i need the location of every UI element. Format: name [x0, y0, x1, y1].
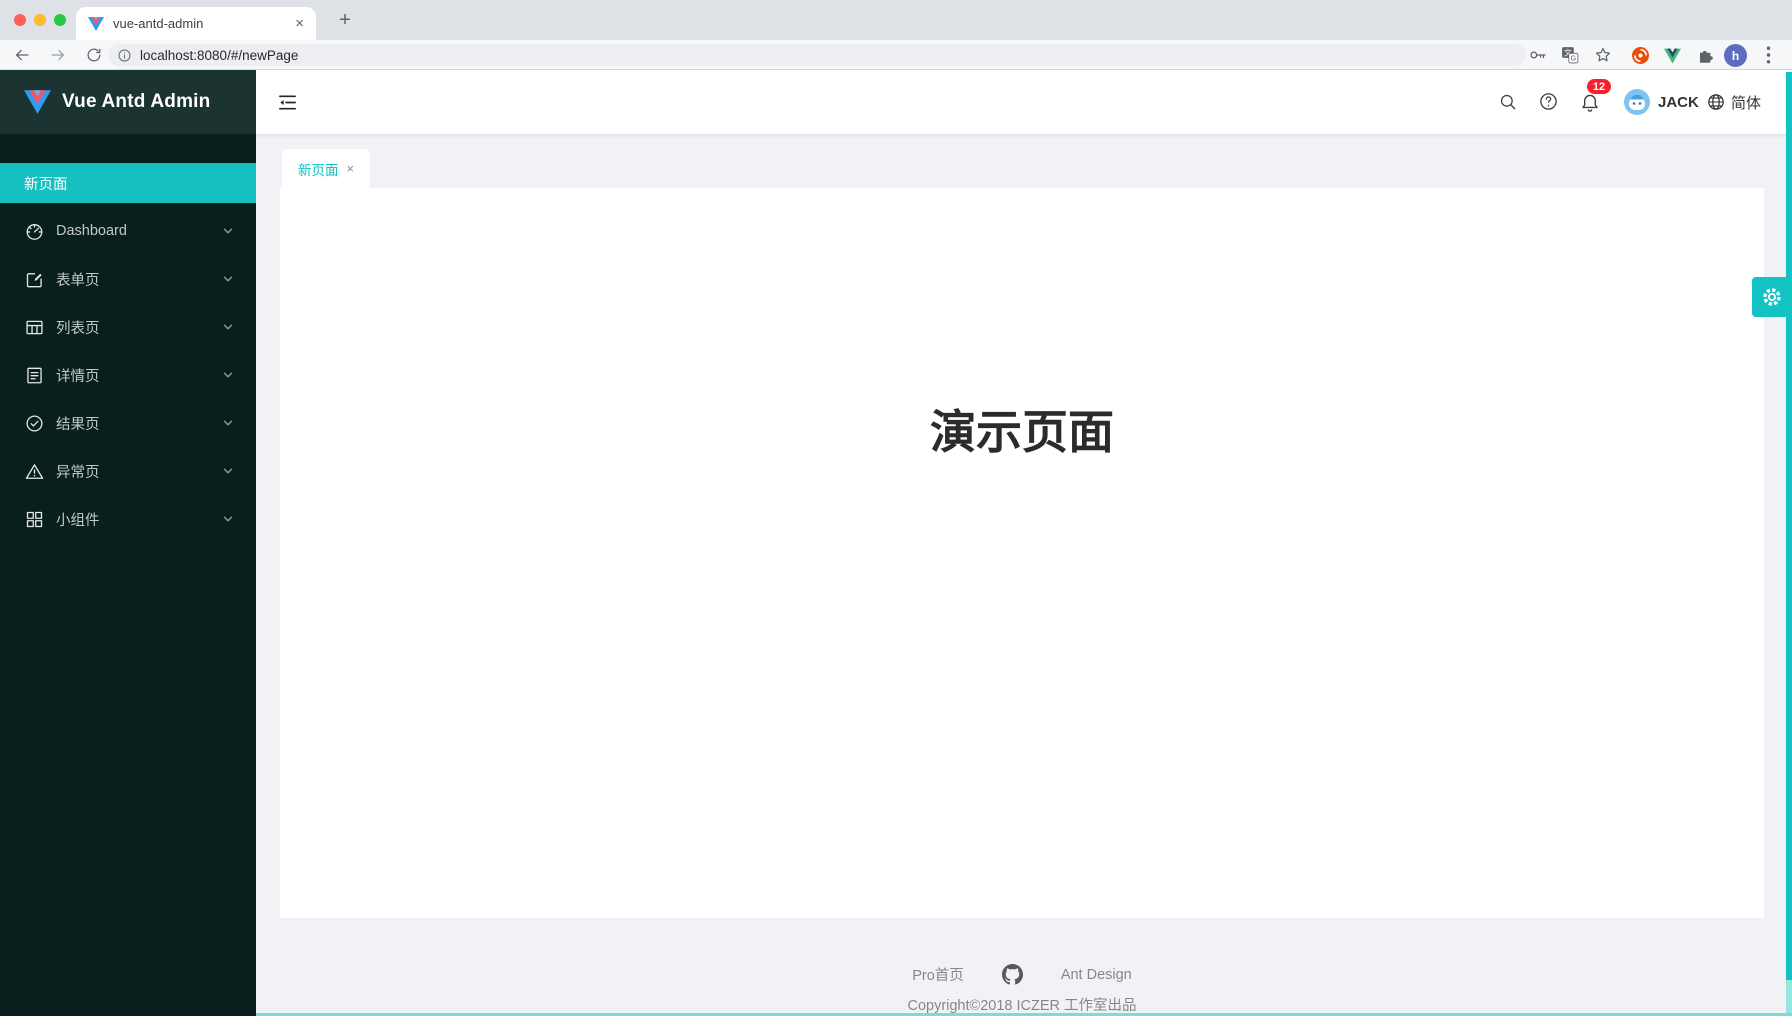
browser-tab-strip: vue-antd-admin × + — [0, 0, 1792, 40]
page-title: 演示页面 — [280, 188, 1764, 462]
page-tab-close-icon[interactable]: × — [347, 161, 355, 176]
language-label[interactable]: 简体 — [1731, 70, 1761, 134]
sidebar-item-label: 新页面 — [24, 173, 68, 194]
dashboard-icon — [24, 221, 45, 242]
window-minimize-button[interactable] — [34, 14, 46, 26]
table-icon — [24, 317, 45, 338]
user-avatar[interactable] — [1624, 89, 1650, 115]
search-icon[interactable] — [1498, 92, 1518, 112]
vue-favicon-icon — [88, 16, 104, 32]
chevron-down-icon — [222, 321, 234, 333]
sidebar-item-1[interactable]: 表单页 — [0, 259, 256, 299]
menu-fold-icon[interactable] — [276, 91, 299, 114]
app-logo[interactable]: Vue Antd Admin — [0, 70, 256, 134]
bookmark-star-icon[interactable] — [1593, 45, 1613, 65]
forward-icon[interactable] — [48, 45, 68, 65]
footer-links: Pro首页 Ant Design — [280, 964, 1764, 985]
back-icon[interactable] — [12, 45, 32, 65]
help-icon[interactable] — [1538, 91, 1559, 112]
password-key-icon[interactable] — [1528, 45, 1548, 65]
footer-link-home[interactable]: Pro首页 — [912, 964, 964, 985]
warning-icon — [24, 461, 45, 482]
notification-bell-icon[interactable] — [1579, 92, 1601, 114]
footer-copyright: Copyright©2018 ICZER 工作室出品 — [280, 994, 1764, 1015]
sidebar-item-4[interactable]: 结果页 — [0, 403, 256, 443]
app-header: 12 JACK 简体 — [256, 70, 1792, 134]
sidebar-item-label: 小组件 — [56, 509, 100, 530]
new-tab-button[interactable]: + — [333, 8, 357, 32]
window-close-button[interactable] — [14, 14, 26, 26]
url-text: localhost:8080/#/newPage — [140, 48, 298, 63]
info-icon[interactable] — [117, 48, 132, 63]
chevron-down-icon — [222, 369, 234, 381]
profile-icon — [24, 365, 45, 386]
notification-badge: 12 — [1586, 78, 1612, 95]
browser-tab-title: vue-antd-admin — [113, 16, 295, 31]
window-zoom-button[interactable] — [54, 14, 66, 26]
chevron-down-icon — [222, 417, 234, 429]
vue-logo-icon — [24, 90, 51, 114]
sidebar-item-6[interactable]: 小组件 — [0, 499, 256, 539]
sidebar-item-2[interactable]: 列表页 — [0, 307, 256, 347]
sidebar-item-label: 结果页 — [56, 413, 100, 434]
tab-close-icon[interactable]: × — [295, 15, 304, 32]
chevron-down-icon — [222, 465, 234, 477]
gear-icon — [1760, 285, 1784, 309]
vue-devtools-icon[interactable] — [1664, 48, 1681, 64]
sidebar-item-label: 表单页 — [56, 269, 100, 290]
reload-icon[interactable] — [84, 45, 104, 65]
browser-menu-dots-icon[interactable] — [1766, 46, 1771, 64]
chevron-down-icon — [222, 513, 234, 525]
sidebar-item-label: 异常页 — [56, 461, 100, 482]
browser-tab[interactable]: vue-antd-admin × — [76, 7, 316, 40]
browser-profile-avatar[interactable]: h — [1724, 44, 1747, 67]
appstore-icon — [24, 509, 45, 530]
sidebar-item-label: Dashboard — [56, 223, 127, 239]
chevron-down-icon — [222, 273, 234, 285]
sidebar-item-label: 列表页 — [56, 317, 100, 338]
sidebar-item-3[interactable]: 详情页 — [0, 355, 256, 395]
browser-toolbar: localhost:8080/#/newPage 文G h — [0, 40, 1792, 70]
page-tab-label: 新页面 — [298, 159, 339, 179]
sidebar-item-selected[interactable]: 新页面 — [0, 163, 256, 203]
extensions-puzzle-icon[interactable] — [1696, 46, 1715, 65]
extension-orange-icon[interactable] — [1632, 47, 1649, 64]
page-tab-active[interactable]: 新页面 × — [282, 149, 370, 188]
sidebar: Vue Antd Admin 新页面 Dashboard 表单页列表页详情页结果页… — [0, 70, 256, 1016]
footer-link-ant-design[interactable]: Ant Design — [1061, 967, 1132, 983]
sidebar-item-0[interactable]: Dashboard — [0, 211, 256, 251]
github-icon[interactable] — [1002, 964, 1023, 985]
form-icon — [24, 269, 45, 290]
sidebar-menu: 新页面 Dashboard 表单页列表页详情页结果页异常页小组件 — [0, 134, 256, 539]
svg-text:G: G — [1571, 55, 1577, 63]
language-globe-icon[interactable] — [1706, 92, 1726, 112]
vertical-scrollbar-track[interactable] — [1786, 980, 1792, 1016]
main-content-card: 演示页面 — [280, 188, 1764, 918]
sidebar-item-5[interactable]: 异常页 — [0, 451, 256, 491]
vertical-scrollbar-thumb[interactable] — [1786, 72, 1792, 980]
translate-icon[interactable]: 文G — [1560, 45, 1580, 65]
username-label[interactable]: JACK — [1658, 70, 1699, 134]
check-circle-icon — [24, 413, 45, 434]
app-logo-title: Vue Antd Admin — [62, 91, 210, 113]
address-bar[interactable]: localhost:8080/#/newPage — [108, 44, 1526, 66]
chevron-down-icon — [222, 225, 234, 237]
sidebar-item-label: 详情页 — [56, 365, 100, 386]
